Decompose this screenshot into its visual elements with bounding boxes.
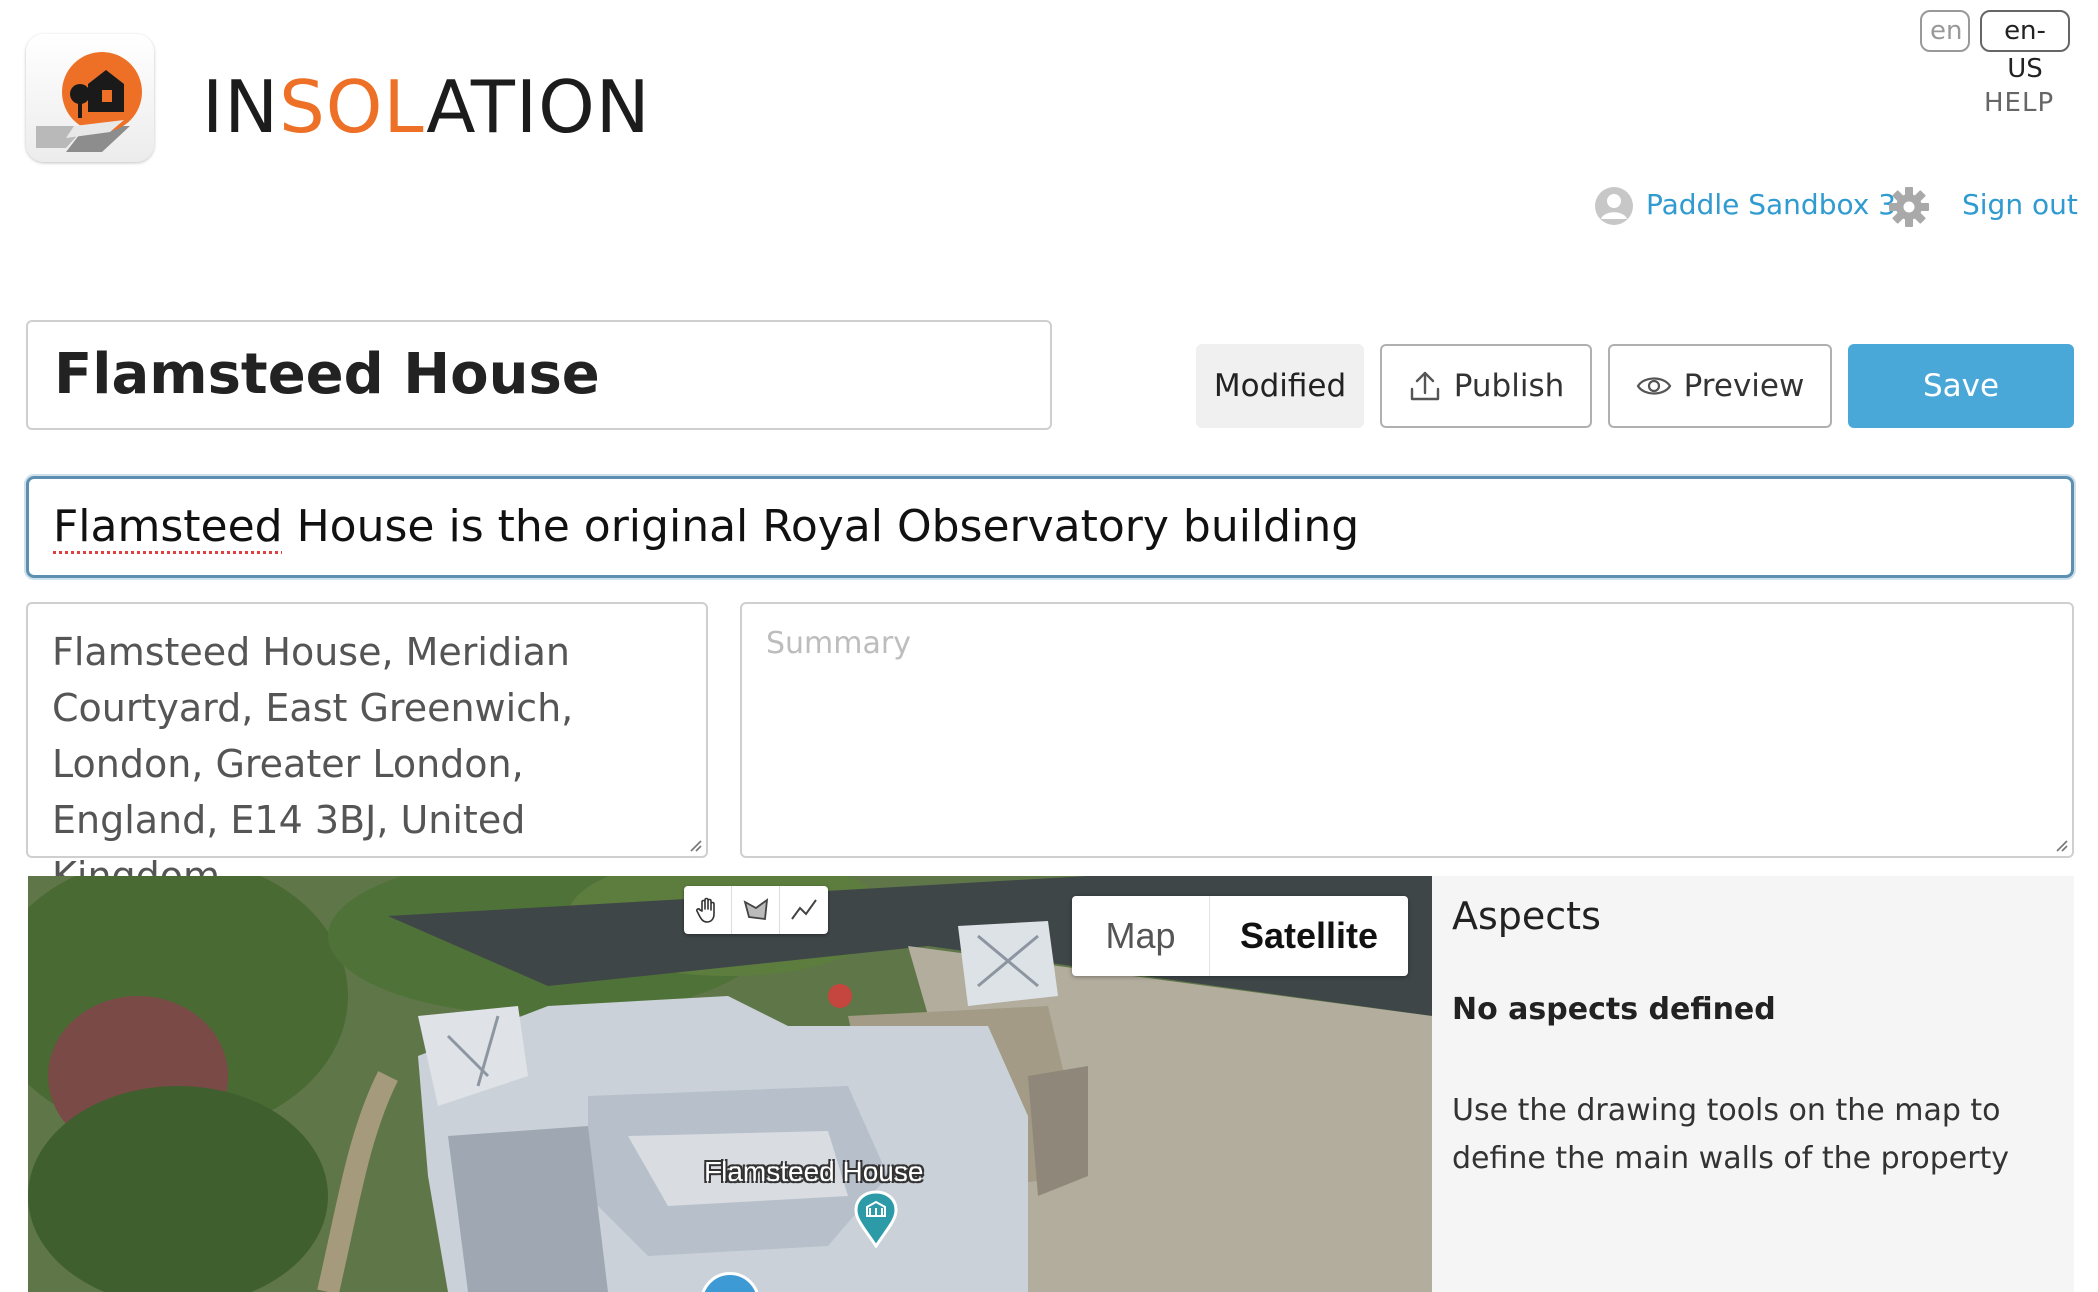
address-text: Flamsteed House, Meridian Courtyard, Eas…: [52, 630, 574, 898]
app-logo[interactable]: [26, 34, 154, 162]
publish-button[interactable]: Publish: [1380, 344, 1592, 428]
poi-label[interactable]: Flamsteed House: [704, 1156, 923, 1188]
hand-tool-button[interactable]: [684, 886, 732, 934]
polygon-icon: [743, 898, 768, 921]
resize-handle-icon[interactable]: [688, 838, 702, 852]
aspects-panel: Aspects No aspects defined Use the drawi…: [1432, 876, 2074, 1292]
map-type-satellite-button[interactable]: Satellite: [1210, 896, 1408, 976]
description-input[interactable]: Flamsteed House is the original Royal Ob…: [26, 476, 2074, 578]
user-name-link[interactable]: Paddle Sandbox 3: [1646, 188, 1896, 221]
language-en-us-button[interactable]: en-US: [1980, 10, 2070, 84]
save-button[interactable]: Save: [1848, 344, 2074, 428]
user-avatar-icon[interactable]: [1594, 186, 1634, 226]
eye-icon: [1636, 377, 1671, 395]
property-title-input[interactable]: Flamsteed House: [26, 320, 1052, 430]
brand-part-ation: ATION: [426, 65, 651, 149]
description-text: House is the original Royal Observatory …: [282, 501, 1360, 552]
save-label: Save: [1922, 368, 2000, 404]
aspects-title: Aspects: [1452, 894, 1601, 938]
hand-icon: [695, 897, 715, 923]
polyline-icon: [791, 899, 817, 920]
museum-pin-icon[interactable]: [854, 1190, 898, 1248]
publish-label: Publish: [1453, 368, 1565, 404]
summary-textarea[interactable]: Summary: [740, 602, 2074, 858]
preview-label: Preview: [1683, 368, 1805, 404]
polygon-tool-button[interactable]: [732, 886, 780, 934]
gear-icon[interactable]: [1888, 186, 1930, 228]
map-type-control: Map Satellite: [1072, 896, 1408, 976]
aspects-help-text: Use the drawing tools on the map to defi…: [1452, 1093, 2010, 1176]
address-textarea[interactable]: Flamsteed House, Meridian Courtyard, Eas…: [26, 602, 708, 898]
map-type-map-button[interactable]: Map: [1072, 896, 1210, 976]
help-link[interactable]: HELP: [1984, 88, 2054, 118]
modified-status-badge: Modified: [1196, 344, 1364, 428]
polyline-tool-button[interactable]: [780, 886, 828, 934]
brand-part-sol: SOL: [279, 65, 427, 149]
house-sun-logo-icon: [36, 52, 142, 152]
brand-name: INSOLATION: [202, 62, 651, 152]
sign-out-link[interactable]: Sign out: [1962, 188, 2078, 221]
description-misspelled-word: Flamsteed: [53, 501, 283, 552]
preview-button[interactable]: Preview: [1608, 344, 1832, 428]
brand-part-in: IN: [202, 65, 280, 149]
drawing-toolbar: [684, 886, 828, 934]
modified-status-label: Modified: [1213, 368, 1347, 404]
upload-icon: [1410, 371, 1439, 401]
satellite-map[interactable]: Map Satellite Flamsteed House: [28, 876, 1432, 1292]
summary-placeholder: Summary: [766, 626, 911, 661]
resize-handle-icon[interactable]: [2054, 838, 2068, 852]
aspects-empty-message: No aspects defined: [1452, 992, 1776, 1027]
language-en-button[interactable]: en: [1920, 10, 1970, 52]
